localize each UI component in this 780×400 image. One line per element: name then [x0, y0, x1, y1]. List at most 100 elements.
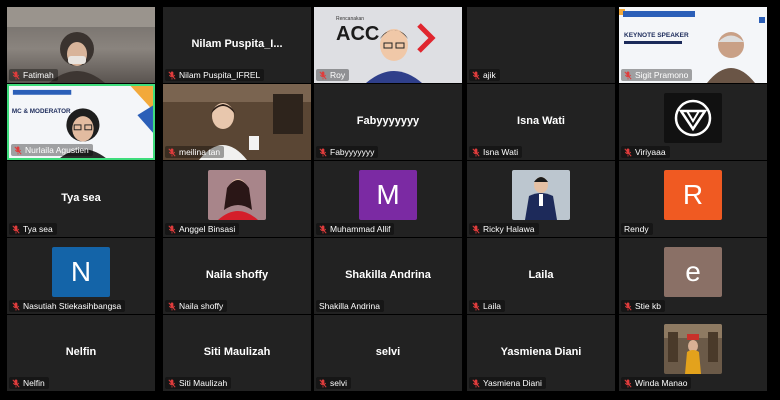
participant-name-label: Viriyaaa	[621, 146, 670, 158]
participant-name-label: Stie kb	[621, 300, 665, 312]
mic-muted-icon	[12, 224, 20, 234]
participant-name-label: Isna Wati	[469, 146, 523, 158]
participant-tile-selvi[interactable]: selvi selvi	[314, 315, 462, 391]
mic-muted-icon	[319, 70, 327, 80]
participant-name-label: Tya sea	[9, 223, 57, 235]
participant-name-label: Yasmiena Diani	[469, 377, 546, 389]
participant-display-name: Laila	[528, 268, 554, 281]
participant-tile-ajik[interactable]: ajik	[467, 7, 615, 83]
participant-name-label: Nelfin	[9, 377, 49, 389]
mic-muted-icon	[472, 301, 480, 311]
participant-tile-viriyaaa[interactable]: Viriyaaa	[619, 84, 767, 160]
participant-label-text: Roy	[330, 70, 346, 80]
participant-label-text: Nilam Puspita_IFREL	[179, 70, 261, 80]
participant-name-label: Ricky Halawa	[469, 223, 539, 235]
participant-name-label: Sigit Pramono	[621, 69, 693, 81]
participant-label-text: Isna Wati	[483, 147, 519, 157]
participant-label-text: Nasutiah Stiekasihbangsa	[23, 301, 122, 311]
participant-name-label: Naila shoffy	[165, 300, 228, 312]
mic-muted-icon	[168, 224, 176, 234]
participant-tile-rendy[interactable]: R Rendy	[619, 161, 767, 237]
mic-muted-icon	[319, 378, 327, 388]
participant-label-text: meilina tan	[179, 147, 221, 157]
participant-display-name: Yasmiena Diani	[500, 345, 582, 358]
avatar	[208, 170, 266, 220]
mic-muted-icon	[472, 378, 480, 388]
mic-muted-icon	[624, 378, 632, 388]
participant-label-text: Fabyyyyyyy	[330, 147, 375, 157]
mic-muted-icon	[319, 147, 327, 157]
viriyaaa-logo-icon	[664, 93, 722, 143]
mic-muted-icon	[624, 301, 632, 311]
participant-name-label: Shakilla Andrina	[316, 300, 384, 312]
avatar: R	[664, 170, 722, 220]
mic-muted-icon	[168, 70, 176, 80]
participant-label-text: selvi	[330, 378, 348, 388]
participant-name-label: Fatimah	[9, 69, 58, 81]
participant-label-text: Winda Manao	[635, 378, 688, 388]
profile-photo	[208, 170, 266, 220]
participant-tile-fabyyyyyyy[interactable]: Fabyyyyyyy Fabyyyyyyy	[314, 84, 462, 160]
participant-tile-nurlaila-agustien[interactable]: MC & MODERATOR Nurlaila Agustien	[7, 84, 155, 160]
participant-tile-ricky-halawa[interactable]: Ricky Halawa	[467, 161, 615, 237]
participant-label-text: Siti Maulizah	[179, 378, 228, 388]
participant-tile-nasutiah-stiekasihbangsa[interactable]: N Nasutiah Stiekasihbangsa	[7, 238, 155, 314]
participant-label-text: Sigit Pramono	[635, 70, 689, 80]
svg-text:Rencanakan: Rencanakan	[336, 16, 364, 22]
participant-tile-winda-manao[interactable]: Winda Manao	[619, 315, 767, 391]
participant-label-text: Viriyaaa	[635, 147, 666, 157]
participant-name-label: Siti Maulizah	[165, 377, 232, 389]
participant-name-label: Winda Manao	[621, 377, 692, 389]
participant-tile-muhammad-allif[interactable]: M Muhammad Allif	[314, 161, 462, 237]
participant-tile-isna-wati[interactable]: Isna Wati Isna Wati	[467, 84, 615, 160]
mic-muted-icon	[12, 378, 20, 388]
mic-muted-icon	[472, 70, 480, 80]
mic-muted-icon	[472, 147, 480, 157]
participant-name-label: Anggel Binsasi	[165, 223, 240, 235]
participant-name-label: Nurlaila Agustien	[11, 144, 93, 156]
participant-tile-stie-kb[interactable]: e Stie kb	[619, 238, 767, 314]
participant-label-text: Naila shoffy	[179, 301, 224, 311]
participant-label-text: Shakilla Andrina	[319, 301, 380, 311]
participant-name-label: selvi	[316, 377, 352, 389]
participant-label-text: Ricky Halawa	[483, 224, 535, 234]
mic-muted-icon	[168, 301, 176, 311]
participant-tile-roy[interactable]: Rencanakan ACC Roy	[314, 7, 462, 83]
participant-display-name: selvi	[375, 345, 401, 358]
mic-muted-icon	[12, 301, 20, 311]
gallery-view: Fatimah Nilam Puspita_I... Nilam Puspita_I…	[0, 0, 780, 400]
participant-display-name: Isna Wati	[517, 114, 565, 127]
participant-name-label: meilina tan	[165, 146, 225, 158]
participant-tile-fatimah[interactable]: Fatimah	[7, 7, 155, 83]
participant-tile-siti-maulizah[interactable]: Siti Maulizah Siti Maulizah	[163, 315, 311, 391]
participant-name-label: Nasutiah Stiekasihbangsa	[9, 300, 126, 312]
profile-photo	[512, 170, 570, 220]
mic-muted-icon	[624, 147, 632, 157]
participant-tile-laila[interactable]: Laila Laila	[467, 238, 615, 314]
participant-name-label: Rendy	[621, 223, 653, 235]
svg-text:KEYNOTE SPEAKER: KEYNOTE SPEAKER	[624, 32, 689, 39]
avatar: M	[359, 170, 417, 220]
participant-tile-meilina-tan[interactable]: meilina tan	[163, 84, 311, 160]
participant-tile-shakilla-andrina[interactable]: Shakilla Andrina Shakilla Andrina	[314, 238, 462, 314]
participant-display-name: Nilam Puspita_I...	[191, 37, 283, 50]
participant-tile-naila-shoffy[interactable]: Naila shoffy Naila shoffy	[163, 238, 311, 314]
svg-text:MC & MODERATOR: MC & MODERATOR	[12, 108, 71, 115]
participant-label-text: Tya sea	[23, 224, 53, 234]
participant-tile-tya-sea[interactable]: Tya sea Tya sea	[7, 161, 155, 237]
participant-tile-nelfin[interactable]: Nelfin Nelfin	[7, 315, 155, 391]
participant-tile-yasmiena-diani[interactable]: Yasmiena Diani Yasmiena Diani	[467, 315, 615, 391]
avatar	[664, 324, 722, 374]
participant-display-name: Naila shoffy	[205, 268, 269, 281]
mic-muted-icon	[624, 70, 632, 80]
participant-tile-sigit-pramono[interactable]: KEYNOTE SPEAKER Sigit Pramono	[619, 7, 767, 83]
participant-name-label: Muhammad Allif	[316, 223, 395, 235]
participant-label-text: Fatimah	[23, 70, 54, 80]
avatar: e	[664, 247, 722, 297]
participant-name-label: Laila	[469, 300, 505, 312]
participant-tile-nilam-puspita-ifrel[interactable]: Nilam Puspita_I... Nilam Puspita_IFREL	[163, 7, 311, 83]
participant-label-text: Nurlaila Agustien	[25, 145, 89, 155]
participant-tile-anggel-binsasi[interactable]: Anggel Binsasi	[163, 161, 311, 237]
participant-label-text: ajik	[483, 70, 496, 80]
participant-label-text: Rendy	[624, 224, 649, 234]
